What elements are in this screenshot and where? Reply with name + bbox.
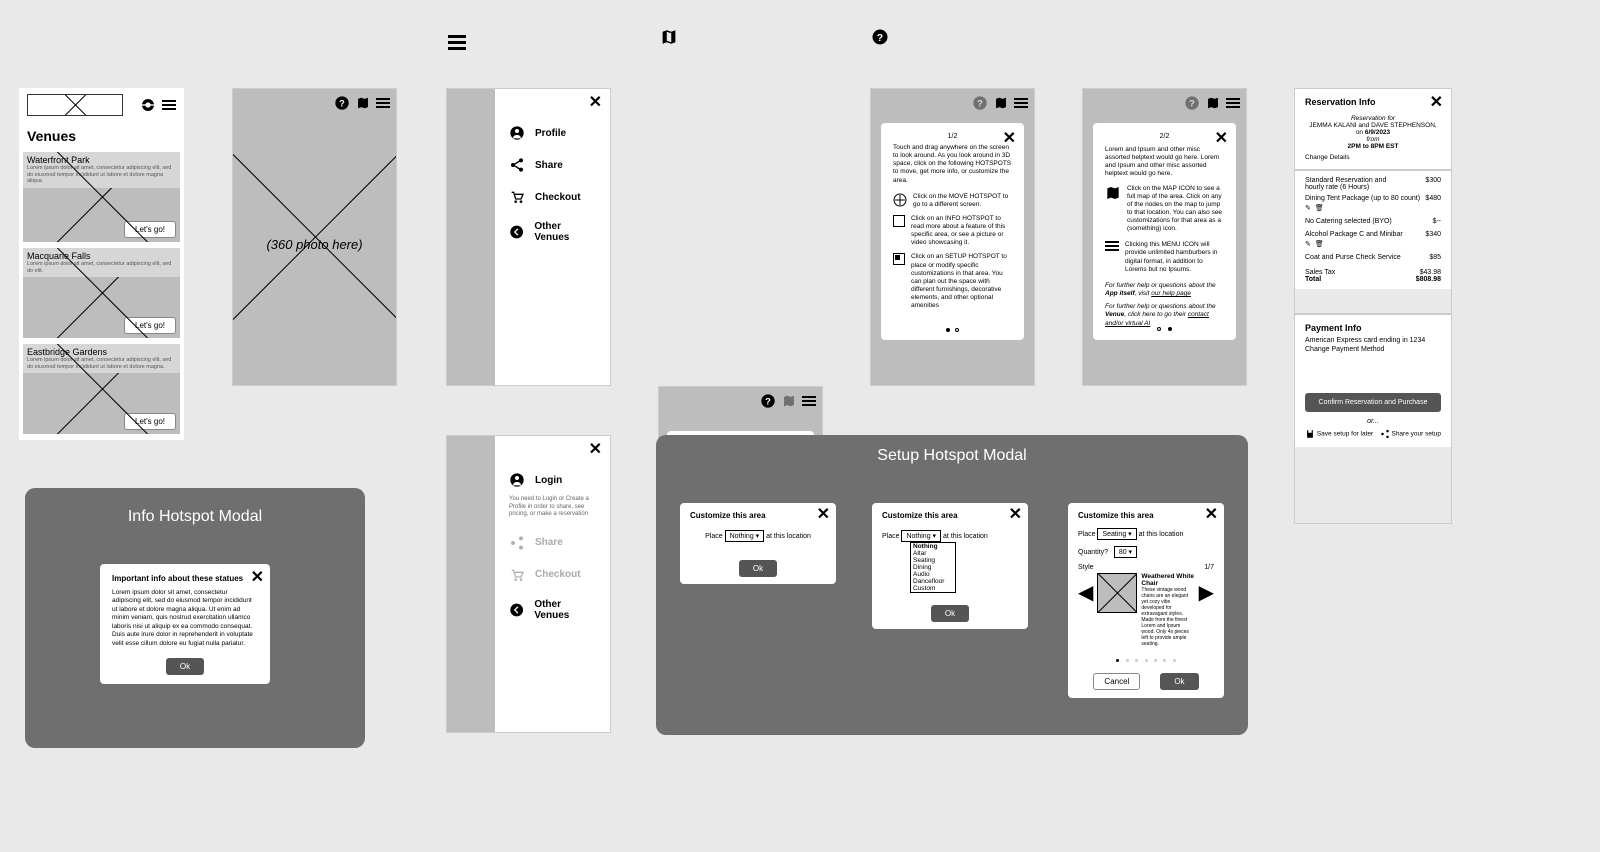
lets-go-button[interactable]: Let's go!: [124, 317, 176, 334]
setup-hotspot-icon: [893, 253, 905, 265]
close-icon[interactable]: ✕: [1009, 507, 1022, 523]
help-icon: ?: [1184, 95, 1200, 111]
lets-go-button[interactable]: Let's go!: [124, 413, 176, 430]
globe-icon[interactable]: [140, 97, 156, 113]
map-icon[interactable]: [356, 96, 370, 110]
close-icon[interactable]: ✕: [1205, 507, 1218, 523]
help-page-link[interactable]: our help page: [1151, 290, 1191, 297]
top-map-icon: [660, 28, 678, 46]
menu-checkout[interactable]: Checkout: [495, 181, 610, 213]
info-hotspot-icon: [893, 215, 905, 227]
help-screen-2: ? 2/2 ✕ Lorem and Ipsum and other misc a…: [1082, 88, 1247, 386]
edit-icon[interactable]: ✎: [1305, 240, 1311, 248]
place-select[interactable]: Nothing ▾: [725, 530, 765, 542]
logo-placeholder: [27, 94, 123, 116]
close-icon[interactable]: ✕: [251, 570, 264, 586]
ok-button[interactable]: Ok: [739, 560, 777, 577]
venue-card-2[interactable]: Macquarie Falls Lorem ipsum dolor sit am…: [23, 248, 180, 338]
venue-card-3[interactable]: Eastbridge Gardens Lorem ipsum dolor sit…: [23, 344, 180, 434]
ok-button[interactable]: Ok: [166, 658, 204, 675]
top-menu-icon: [448, 30, 466, 50]
next-style-button[interactable]: ▶: [1199, 573, 1214, 613]
menu-profile[interactable]: Profile: [495, 117, 610, 149]
close-icon[interactable]: ✕: [1003, 131, 1016, 147]
dropdown-list[interactable]: Nothing Altar Seating Dining Audio Dance…: [910, 542, 956, 593]
edit-icon[interactable]: ✎: [1305, 204, 1311, 212]
quantity-select[interactable]: 80 ▾: [1114, 546, 1137, 558]
lets-go-button[interactable]: Let's go!: [124, 221, 176, 238]
menu-icon[interactable]: [376, 98, 390, 108]
save-for-later[interactable]: Save setup for later: [1305, 429, 1373, 439]
map-icon[interactable]: [994, 96, 1008, 110]
close-icon[interactable]: ✕: [1215, 131, 1228, 147]
close-icon[interactable]: ✕: [495, 436, 610, 464]
cart-icon: [509, 567, 525, 583]
change-details-link[interactable]: Change Details: [1305, 154, 1441, 161]
page-dots[interactable]: [1093, 323, 1236, 334]
info-modal-bg: Info Hotspot Modal ✕ Important info abou…: [25, 488, 365, 748]
back-icon: [509, 602, 524, 618]
svg-text:?: ?: [877, 32, 883, 44]
cancel-button[interactable]: Cancel: [1093, 673, 1140, 690]
place-select[interactable]: Seating ▾: [1097, 528, 1136, 540]
prev-style-button[interactable]: ◀: [1078, 573, 1093, 613]
delete-icon[interactable]: 🗑: [1315, 204, 1324, 212]
move-hotspot-icon: [893, 193, 907, 207]
menu-icon[interactable]: [162, 100, 176, 110]
venue-card-1[interactable]: Waterfront Park Lorem ipsum dolor sit am…: [23, 152, 180, 242]
profile-icon: [509, 125, 525, 141]
menu-icon: [1105, 241, 1119, 251]
share-setup[interactable]: Share your setup: [1380, 429, 1441, 439]
svg-text:?: ?: [977, 98, 983, 108]
svg-text:?: ?: [765, 396, 771, 406]
close-icon[interactable]: ✕: [1430, 95, 1443, 111]
help-screen-1: ? 1/2 ✕ Touch and drag anywhere on the s…: [870, 88, 1035, 386]
venue-name: Waterfront Park: [27, 155, 176, 165]
profile-icon: [509, 472, 525, 488]
page-title: Venues: [19, 122, 184, 150]
confirm-purchase-button[interactable]: Confirm Reservation and Purchase: [1305, 393, 1441, 412]
cart-icon: [509, 189, 525, 205]
help-icon: ?: [972, 95, 988, 111]
ok-button[interactable]: Ok: [1160, 673, 1198, 690]
menu-icon[interactable]: [1014, 98, 1028, 108]
top-help-icon: ?: [871, 28, 889, 46]
ok-button[interactable]: Ok: [931, 605, 969, 622]
menu-icon[interactable]: [1226, 98, 1240, 108]
svg-text:?: ?: [1189, 98, 1195, 108]
menu-share: Share: [495, 527, 610, 559]
close-icon[interactable]: ✕: [817, 507, 830, 523]
menu-checkout: Checkout: [495, 559, 610, 591]
map-icon[interactable]: [1206, 96, 1220, 110]
menu-icon[interactable]: [802, 396, 816, 406]
setup-modal-bg: Setup Hotspot Modal ✕ Customize this are…: [656, 435, 1248, 735]
help-icon[interactable]: ?: [760, 393, 776, 409]
style-thumb: [1097, 573, 1137, 613]
delete-icon[interactable]: 🗑: [1315, 240, 1324, 248]
change-payment-link[interactable]: Change Payment Method: [1305, 346, 1441, 353]
map-icon: [1105, 185, 1121, 201]
menu-other-venues[interactable]: Other Venues: [495, 591, 610, 629]
login-menu-screen: ✕ Login You need to Login or Create a Pr…: [446, 435, 611, 733]
style-dots: [1078, 649, 1214, 667]
place-select[interactable]: Nothing ▾: [901, 530, 941, 542]
close-icon[interactable]: ✕: [495, 89, 610, 117]
page-dots[interactable]: [881, 327, 1024, 334]
map-icon: [782, 394, 796, 408]
reservation-panel: Reservation Info ✕ Reservation for JEMMA…: [1294, 88, 1452, 524]
back-icon: [509, 224, 524, 240]
share-icon: [509, 535, 525, 551]
photo-screen: ? (360 photo here): [232, 88, 397, 386]
menu-other-venues[interactable]: Other Venues: [495, 213, 610, 251]
help-icon[interactable]: ?: [334, 95, 350, 111]
menu-share[interactable]: Share: [495, 149, 610, 181]
menu-login[interactable]: Login: [495, 464, 610, 496]
svg-text:?: ?: [339, 98, 345, 108]
share-icon: [509, 157, 525, 173]
menu-screen: ✕ Profile Share Checkout Other Venues: [446, 88, 611, 386]
